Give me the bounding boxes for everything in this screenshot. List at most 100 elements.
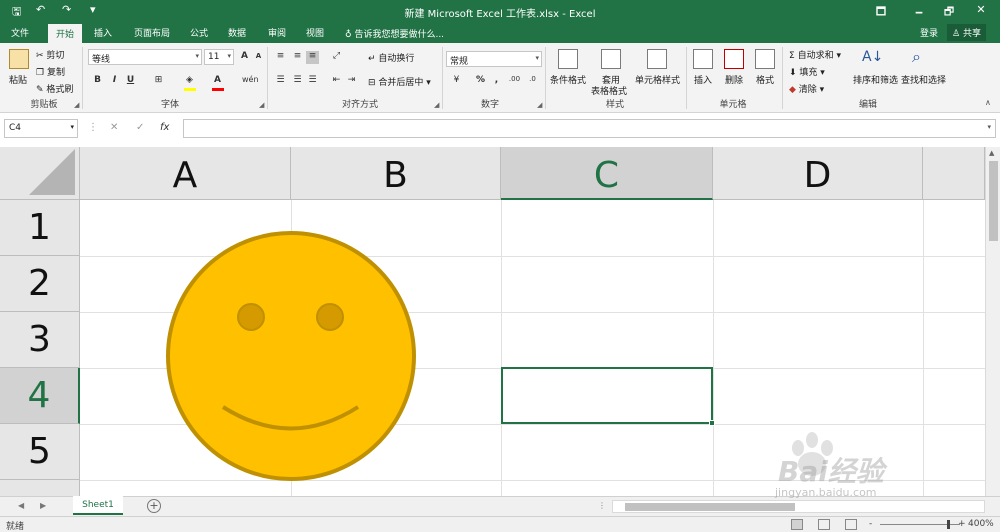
tab-insert[interactable]: 插入 <box>94 26 112 39</box>
add-sheet-button[interactable]: + <box>147 499 161 513</box>
find-select-button[interactable]: 查找和选择 <box>901 73 946 86</box>
font-color-icon[interactable]: A <box>211 75 224 88</box>
decrease-decimal-icon[interactable]: .0 <box>526 75 539 88</box>
decrease-indent-icon[interactable]: ⇤ <box>330 75 343 88</box>
close-button[interactable]: ✕ <box>966 3 996 16</box>
orientation-icon[interactable]: ⤢ <box>330 51 343 64</box>
ribbon-display-options-icon[interactable]: 🗖 <box>866 3 896 22</box>
align-bottom-icon[interactable]: ≡ <box>306 51 319 64</box>
font-launcher-icon[interactable]: ◢ <box>259 101 264 109</box>
zoom-level[interactable]: 400% <box>968 519 994 529</box>
cell-styles-button[interactable]: 单元格样式 <box>635 73 680 86</box>
paste-button[interactable]: 粘贴 <box>9 73 27 86</box>
delete-cells-button[interactable]: 删除 <box>725 73 743 86</box>
font-size-select[interactable]: 11 ▾ <box>204 49 234 65</box>
cancel-icon[interactable]: ✕ <box>110 122 118 133</box>
tab-split-handle-icon[interactable]: ⋮ <box>598 501 606 510</box>
cut-button[interactable]: ✂ 剪切 <box>36 48 64 61</box>
scroll-up-icon[interactable]: ▲ <box>989 149 994 157</box>
increase-decimal-icon[interactable]: .00 <box>508 75 521 88</box>
row-header-4[interactable]: 4 <box>0 368 80 424</box>
insert-function-icon[interactable]: fx <box>160 122 169 133</box>
smiley-face-shape[interactable] <box>165 230 417 482</box>
font-name-select[interactable]: 等线 ▾ <box>88 49 202 65</box>
increase-font-button[interactable]: A <box>238 51 251 64</box>
comma-button[interactable]: , <box>490 75 503 88</box>
number-launcher-icon[interactable]: ◢ <box>537 101 542 109</box>
zoom-out-button[interactable]: - <box>869 519 872 529</box>
sort-filter-button[interactable]: 排序和筛选 <box>853 73 898 86</box>
increase-indent-icon[interactable]: ⇥ <box>345 75 358 88</box>
align-left-icon[interactable]: ☰ <box>274 75 287 88</box>
currency-icon[interactable]: ¥ <box>450 75 463 88</box>
bold-button[interactable]: B <box>91 75 104 88</box>
tab-page-layout[interactable]: 页面布局 <box>134 26 170 39</box>
select-all-button[interactable] <box>0 147 80 200</box>
column-header-e[interactable] <box>923 147 985 200</box>
sort-filter-icon[interactable]: A↓ <box>862 49 883 65</box>
conditional-format-button[interactable]: 条件格式 <box>550 73 586 86</box>
normal-view-icon[interactable] <box>791 519 803 530</box>
delete-cells-icon[interactable] <box>724 49 744 69</box>
format-cells-button[interactable]: 格式 <box>756 73 774 86</box>
enter-icon[interactable]: ✓ <box>136 122 144 133</box>
row-header-2[interactable]: 2 <box>0 256 80 312</box>
formula-input[interactable]: ▾ <box>183 119 996 138</box>
collapse-ribbon-icon[interactable]: ∧ <box>985 98 991 107</box>
column-header-c[interactable]: C <box>501 147 713 200</box>
find-icon[interactable]: ⌕ <box>912 47 921 67</box>
alignment-launcher-icon[interactable]: ◢ <box>434 101 439 109</box>
login-link[interactable]: 登录 <box>920 26 938 39</box>
row-header-6[interactable] <box>0 480 80 496</box>
minimize-button[interactable]: 🗕 <box>904 3 934 22</box>
number-format-select[interactable]: 常规 ▾ <box>446 51 542 67</box>
align-center-icon[interactable]: ☰ <box>291 75 304 88</box>
copy-button[interactable]: ❐ 复制 <box>36 65 65 78</box>
vertical-scrollbar[interactable]: ▲ <box>985 147 1000 496</box>
share-button[interactable]: ♙ 共享 <box>947 24 986 41</box>
align-top-icon[interactable]: ≡ <box>274 51 287 64</box>
insert-cells-icon[interactable] <box>693 49 713 69</box>
merge-center-button[interactable]: ⊟ 合并后居中 ▾ <box>368 75 431 88</box>
italic-button[interactable]: I <box>108 75 121 88</box>
tab-data[interactable]: 数据 <box>228 26 246 39</box>
format-painter-button[interactable]: ✎ 格式刷 <box>36 82 73 95</box>
borders-icon[interactable]: ⊞ <box>152 75 165 88</box>
name-box[interactable]: C4 ▾ <box>4 119 78 138</box>
tab-formulas[interactable]: 公式 <box>190 26 208 39</box>
zoom-in-button[interactable]: + <box>958 519 966 529</box>
tab-home[interactable]: 开始 <box>48 24 83 43</box>
fill-handle[interactable] <box>709 420 715 426</box>
row-header-3[interactable]: 3 <box>0 312 80 368</box>
cell-styles-icon[interactable] <box>647 49 667 69</box>
selected-cell-c4[interactable] <box>501 367 715 426</box>
vertical-scroll-thumb[interactable] <box>989 161 998 241</box>
sheet-next-icon[interactable]: ▶ <box>40 501 46 510</box>
paste-icon[interactable] <box>9 49 29 69</box>
page-layout-view-icon[interactable] <box>818 519 830 530</box>
insert-cells-button[interactable]: 插入 <box>694 73 712 86</box>
phonetic-icon[interactable]: wén <box>242 75 259 88</box>
restore-button[interactable]: 🗗 <box>934 3 964 22</box>
format-as-table-line2[interactable]: 表格格式 <box>591 84 627 97</box>
fill-color-icon[interactable]: ◈ <box>183 75 196 88</box>
tab-view[interactable]: 视图 <box>306 26 324 39</box>
column-header-d[interactable]: D <box>713 147 923 200</box>
zoom-slider-knob[interactable] <box>947 520 950 529</box>
row-header-5[interactable]: 5 <box>0 424 80 480</box>
tell-me-box[interactable]: ♁ 告诉我您想要做什么... <box>345 27 444 40</box>
sheet-prev-icon[interactable]: ◀ <box>18 501 24 510</box>
clear-button[interactable]: ◆ 清除 ▾ <box>789 82 824 95</box>
format-as-table-icon[interactable] <box>601 49 621 69</box>
clipboard-launcher-icon[interactable]: ◢ <box>74 101 79 109</box>
tab-file[interactable]: 文件 <box>11 26 29 39</box>
tab-review[interactable]: 审阅 <box>268 26 286 39</box>
autosum-button[interactable]: Σ 自动求和 ▾ <box>789 48 841 61</box>
sheet-tab-sheet1[interactable]: Sheet1 <box>73 496 123 515</box>
fill-button[interactable]: ⬇ 填充 ▾ <box>789 65 825 78</box>
wrap-text-button[interactable]: ↵ 自动换行 <box>368 51 414 64</box>
column-header-a[interactable]: A <box>80 147 291 200</box>
conditional-format-icon[interactable] <box>558 49 578 69</box>
align-right-icon[interactable]: ☰ <box>306 75 319 88</box>
column-header-b[interactable]: B <box>291 147 501 200</box>
